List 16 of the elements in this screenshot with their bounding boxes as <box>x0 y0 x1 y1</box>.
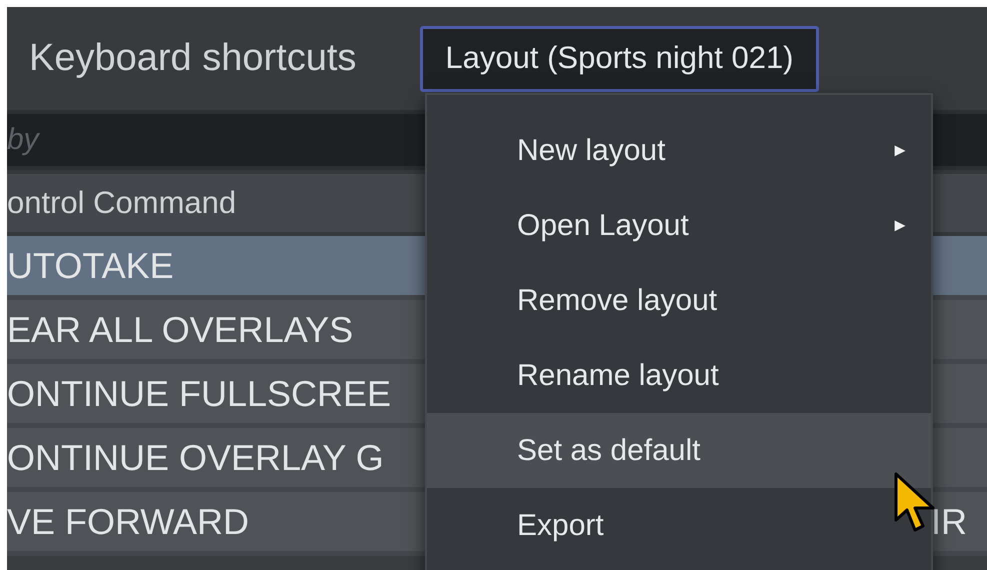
table-cell-text: ONTINUE OVERLAY G <box>7 436 384 480</box>
table-cell-text: UTOTAKE <box>7 244 174 288</box>
menu-item-label: New layout <box>517 133 666 169</box>
menu-item-label: Rename layout <box>517 358 719 394</box>
submenu-arrow: ► <box>891 214 909 237</box>
menu-item-label: Remove layout <box>517 283 718 319</box>
column-heading: ontrol Command <box>7 184 236 222</box>
table-cell-text: VE FORWARD <box>7 500 250 544</box>
menu-item-label: Set as default <box>517 433 700 469</box>
table-cell-text: ONTINUE FULLSCREE <box>7 372 392 416</box>
submenu-arrow: ► <box>891 139 909 162</box>
menu-item-label: Export <box>517 508 604 544</box>
table-cell-text: EAR ALL OVERLAYS <box>7 308 354 352</box>
table-cell-text: IR <box>931 500 967 544</box>
menu-item-label: Open Layout <box>517 208 689 244</box>
panel-title: Keyboard shortcuts <box>29 36 356 81</box>
